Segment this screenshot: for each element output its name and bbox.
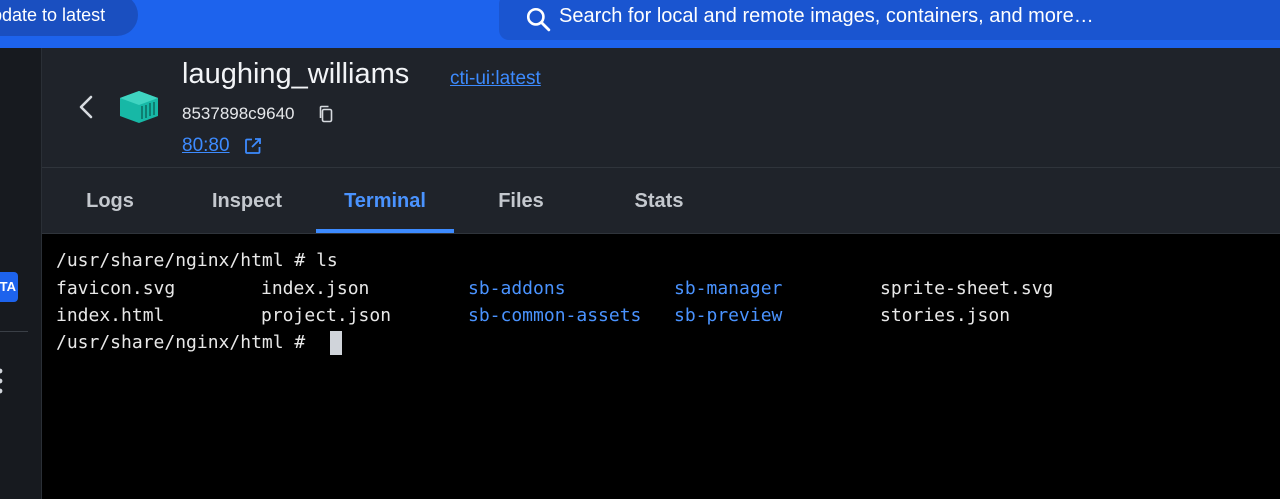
ls-entry-dir: sb-manager <box>674 278 783 299</box>
terminal-prompt-line: /usr/share/nginx/html # ls <box>56 250 338 271</box>
ls-entry-dir: sb-addons <box>468 278 566 299</box>
back-icon[interactable] <box>76 94 98 120</box>
ls-entry: stories.json <box>880 305 1011 326</box>
ls-entry-dir: sb-common-assets <box>468 305 642 326</box>
terminal-cursor <box>330 331 342 355</box>
search-icon <box>526 7 551 32</box>
sidebar: TA <box>0 48 42 499</box>
search-placeholder: Search for local and remote images, cont… <box>559 5 1094 27</box>
ls-entry: index.html <box>56 305 165 326</box>
container-header: laughing_williams cti-ui:latest 8537898c… <box>42 48 1280 168</box>
search-bar[interactable]: Search for local and remote images, cont… <box>499 0 1280 40</box>
more-dots-icon[interactable] <box>0 366 4 396</box>
ls-entry: sprite-sheet.svg <box>880 278 1054 299</box>
image-tag-link[interactable]: cti-ui:latest <box>450 68 541 90</box>
external-link-icon[interactable] <box>244 137 262 155</box>
ls-entry-dir: sb-preview <box>674 305 783 326</box>
sidebar-divider <box>0 331 28 332</box>
container-name: laughing_williams <box>182 58 410 90</box>
ls-entry: project.json <box>261 305 392 326</box>
port-link[interactable]: 80:80 <box>182 135 230 157</box>
beta-badge[interactable]: TA <box>0 272 18 302</box>
ls-entry: index.json <box>261 278 370 299</box>
update-button[interactable]: pdate to latest <box>0 0 138 36</box>
terminal-prompt-line: /usr/share/nginx/html # <box>56 332 317 353</box>
container-id: 8537898c9640 <box>182 104 295 123</box>
top-bar: pdate to latest Search for local and rem… <box>0 0 1280 48</box>
tab-files[interactable]: Files <box>478 168 564 234</box>
active-tab-indicator <box>316 229 454 233</box>
terminal[interactable]: /usr/share/nginx/html # ls favicon.svg i… <box>42 234 1280 499</box>
tab-bar: Logs Inspect Terminal Files Stats <box>42 168 1280 234</box>
tab-stats[interactable]: Stats <box>614 168 704 234</box>
copy-icon[interactable] <box>318 105 334 123</box>
tab-inspect[interactable]: Inspect <box>194 168 300 234</box>
tab-logs[interactable]: Logs <box>64 168 156 234</box>
ls-entry: favicon.svg <box>56 278 176 299</box>
container-icon <box>120 91 158 123</box>
tab-terminal[interactable]: Terminal <box>316 168 454 234</box>
